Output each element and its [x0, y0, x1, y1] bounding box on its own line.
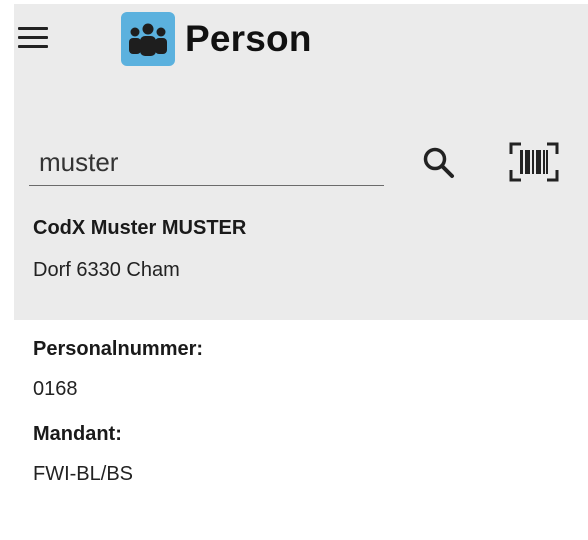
personalnummer-label: Personalnummer:	[33, 338, 204, 360]
menu-button[interactable]	[14, 16, 52, 56]
person-screen: Person CodX Muster MUSTER Dorf 6330 Cham…	[0, 0, 588, 540]
search-icon	[423, 147, 454, 178]
result-person-name[interactable]: CodX Muster MUSTER	[33, 217, 246, 240]
search-button[interactable]	[418, 142, 460, 184]
barcode-scanner-icon	[509, 142, 559, 182]
personalnummer-value: 0168	[33, 378, 78, 400]
barcode-scan-button[interactable]	[506, 138, 562, 186]
mandant-value: FWI-BL/BS	[33, 463, 134, 485]
search-input[interactable]	[29, 140, 384, 186]
result-person-address: Dorf 6330 Cham	[33, 259, 180, 281]
people-group-icon	[121, 12, 175, 66]
page-title: Person	[185, 18, 312, 59]
mandant-label: Mandant:	[33, 423, 122, 445]
